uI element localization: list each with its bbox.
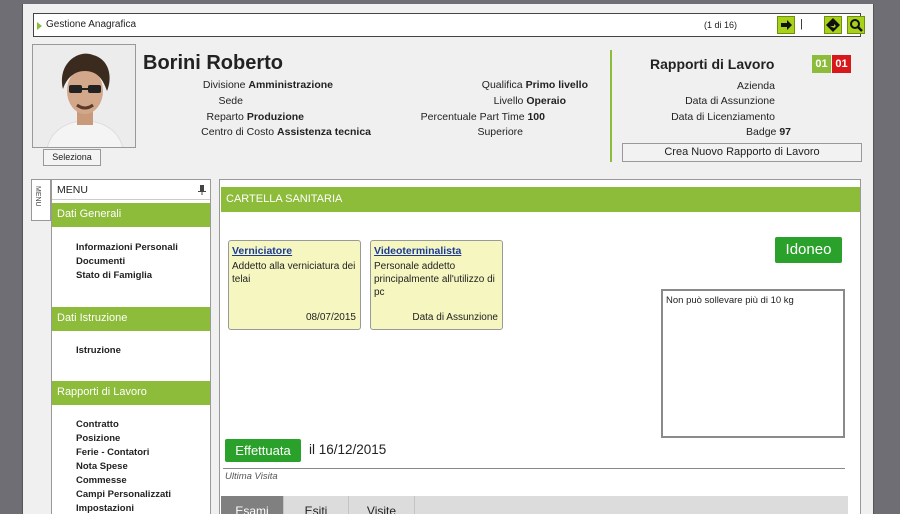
- create-rapporto-button[interactable]: Crea Nuovo Rapporto di Lavoro: [622, 143, 862, 162]
- tab-visite[interactable]: Visite: [349, 496, 415, 514]
- field-data-assunzione: Data di Assunzione: [685, 95, 775, 107]
- arrow-right-icon: [781, 20, 792, 30]
- mansione-card[interactable]: Verniciatore Addetto alla verniciatura d…: [228, 240, 361, 330]
- pin-icon[interactable]: [198, 185, 206, 195]
- main-content: CARTELLA SANITARIA Verniciatore Addetto …: [219, 179, 861, 514]
- field-reparto: Reparto Produzione: [206, 111, 304, 123]
- visit-status-badge: Effettuata: [225, 439, 301, 462]
- tab-esiti[interactable]: Esiti: [284, 496, 349, 514]
- top-bar: Gestione Anagrafica (1 di 16) |: [33, 13, 865, 37]
- cartella-sanitaria-header: CARTELLA SANITARIA: [221, 187, 860, 212]
- avatar: [33, 45, 135, 147]
- limitation-note: Non può sollevare più di 10 kg: [661, 289, 845, 438]
- field-badge: Badge 97: [746, 126, 791, 138]
- field-superiore: Superiore: [477, 126, 523, 138]
- menu-item-documenti[interactable]: Documenti: [76, 256, 125, 267]
- menu-section-dati-istruzione[interactable]: Dati Istruzione: [52, 307, 210, 331]
- menu-section-rapporti-di-lavoro[interactable]: Rapporti di Lavoro: [52, 381, 210, 405]
- record-counter: (1 di 16): [704, 20, 738, 30]
- mansione-card-description: Addetto alla verniciatura dei telai: [232, 261, 356, 285]
- menu-item-ferie-contatori[interactable]: Ferie - Contatori: [76, 447, 149, 458]
- mansione-card-title[interactable]: Videoterminalista: [374, 245, 499, 257]
- field-divisione: Divisione Amministrazione: [202, 79, 333, 91]
- menu-item-campi-personalizzati[interactable]: Campi Personalizzati: [76, 489, 171, 500]
- rapporti-title: Rapporti di Lavoro: [650, 56, 775, 72]
- field-livello: Livello Operaio: [493, 95, 566, 107]
- field-azienda: Azienda: [737, 80, 775, 92]
- idoneo-status-badge: Idoneo: [775, 237, 842, 263]
- tab-bar: Esami Esiti Visite: [221, 496, 848, 514]
- mansione-card-title[interactable]: Verniciatore: [232, 245, 357, 257]
- navigate-button[interactable]: [824, 16, 842, 34]
- select-photo-button[interactable]: Seleziona: [43, 149, 101, 166]
- menu-item-contratto[interactable]: Contratto: [76, 419, 119, 430]
- rapporti-total-badge: 01: [832, 55, 851, 73]
- field-qualifica: Qualifica Primo livello: [481, 79, 588, 91]
- mansione-card-description: Personale addetto principalmente all'uti…: [374, 261, 495, 298]
- next-record-button[interactable]: [777, 16, 795, 34]
- sidebar-menu: MENU Dati Generali Informazioni Personal…: [51, 179, 211, 514]
- profile-photo: [32, 44, 136, 148]
- app-window: Gestione Anagrafica (1 di 16) | Selezion…: [22, 4, 874, 514]
- mansione-card[interactable]: Videoterminalista Personale addetto prin…: [370, 240, 503, 330]
- employee-name: Borini Roberto: [143, 52, 283, 74]
- mansione-card-date: Data di Assunzione: [412, 312, 498, 323]
- mansione-card-date: 08/07/2015: [305, 312, 356, 323]
- menu-header: MENU: [52, 180, 210, 200]
- menu-item-posizione[interactable]: Posizione: [76, 433, 120, 444]
- rapporti-active-badge: 01: [812, 55, 831, 73]
- menu-item-stato-di-famiglia[interactable]: Stato di Famiglia: [76, 270, 152, 281]
- header-divider: [610, 50, 612, 162]
- bullet-icon: [37, 22, 42, 30]
- menu-item-informazioni-personali[interactable]: Informazioni Personali: [76, 242, 178, 253]
- field-centro-di-costo: Centro di Costo Assistenza tecnica: [201, 126, 371, 138]
- field-sede: Sede: [218, 95, 243, 107]
- menu-item-nota-spese[interactable]: Nota Spese: [76, 461, 128, 472]
- menu-item-istruzione[interactable]: Istruzione: [76, 345, 121, 356]
- divider: [223, 468, 845, 469]
- field-part-time: Percentuale Part Time 100: [420, 111, 545, 123]
- navigate-icon: [826, 18, 840, 32]
- page-title: Gestione Anagrafica: [46, 19, 137, 30]
- toolbar-separator: |: [800, 18, 803, 30]
- search-icon: [850, 19, 863, 32]
- menu-item-impostazioni[interactable]: Impostazioni: [76, 503, 134, 514]
- search-button[interactable]: [847, 16, 865, 34]
- field-data-licenziamento: Data di Licenziamento: [671, 111, 775, 123]
- visit-date: il 16/12/2015: [309, 442, 387, 457]
- tab-esami[interactable]: Esami: [221, 496, 284, 514]
- menu-section-dati-generali[interactable]: Dati Generali: [52, 203, 210, 227]
- last-visit-label: Ultima Visita: [225, 471, 278, 482]
- menu-item-commesse[interactable]: Commesse: [76, 475, 127, 486]
- menu-toggle[interactable]: MENU: [31, 179, 51, 221]
